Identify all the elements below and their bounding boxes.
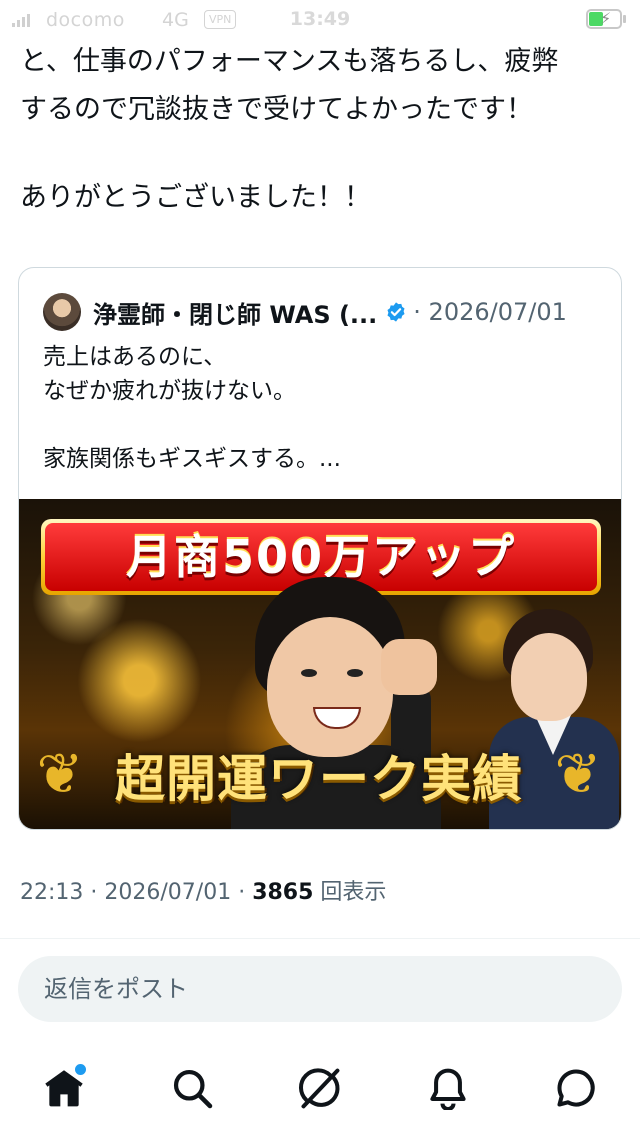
image-banner-bottom-text: 超開運ワーク実績 [115,750,523,808]
tab-grok[interactable] [292,1060,348,1116]
tab-search[interactable] [164,1060,220,1116]
status-bar: docomo 4G VPN 13:49 ⚡ [0,0,640,40]
tweet-text-paragraph-1: と、仕事のパフォーマンスも落ちるし、疲弊 するので冗談抜きで受けてよかったです！ [20,46,559,125]
image-banner-bottom: ❦ 超開運ワーク実績 ❦ [33,737,605,813]
status-time: 13:49 [289,8,351,30]
quoted-post-header: 浄霊師・閉じ師 WAS (... · 2026/07/01 [43,292,567,332]
divider [0,938,640,939]
post-time: 22:13 [20,880,84,905]
quoted-post-body: 売上はあるのに、 なぜか疲れが抜けない。 家族関係もギスギスする。... [43,344,341,472]
search-icon [173,1069,213,1109]
quoted-author-name[interactable]: 浄霊師・閉じ師 WAS (... [93,295,377,330]
view-count[interactable]: 3865 [252,880,313,905]
verified-badge-icon [387,302,405,322]
tab-notifications[interactable] [420,1060,476,1116]
meta-separator: · [231,880,253,905]
notifications-icon [430,1068,466,1110]
reply-input[interactable] [42,974,622,1004]
quoted-author-avatar[interactable] [43,293,81,331]
quoted-post-image[interactable]: 月商500万アップ ❦ 超開運ワーク実績 ❦ [19,499,621,829]
laurel-right-icon: ❦ [554,742,602,807]
tweet-text-paragraph-2: ありがとうございました！！ [20,182,371,213]
quoted-post-date: · 2026/07/01 [413,298,567,326]
post-meta: 22:13 · 2026/07/01 · 3865 回表示 [20,874,386,906]
post-date: 2026/07/01 [104,880,232,905]
view-count-label[interactable]: 回表示 [313,880,386,905]
messages-icon [557,1069,595,1107]
reply-box[interactable] [18,956,622,1022]
laurel-left-icon: ❦ [36,742,84,807]
battery-icon: ⚡ [586,9,626,29]
quoted-post-card[interactable]: 浄霊師・閉じ師 WAS (... · 2026/07/01 売上はあるのに、 な… [18,267,622,830]
grok-icon [298,1068,340,1109]
notification-dot [73,1062,88,1077]
bottom-tab-bar [0,1040,640,1136]
tab-messages[interactable] [548,1060,604,1116]
tab-home[interactable] [36,1060,92,1116]
meta-separator: · [83,880,105,905]
